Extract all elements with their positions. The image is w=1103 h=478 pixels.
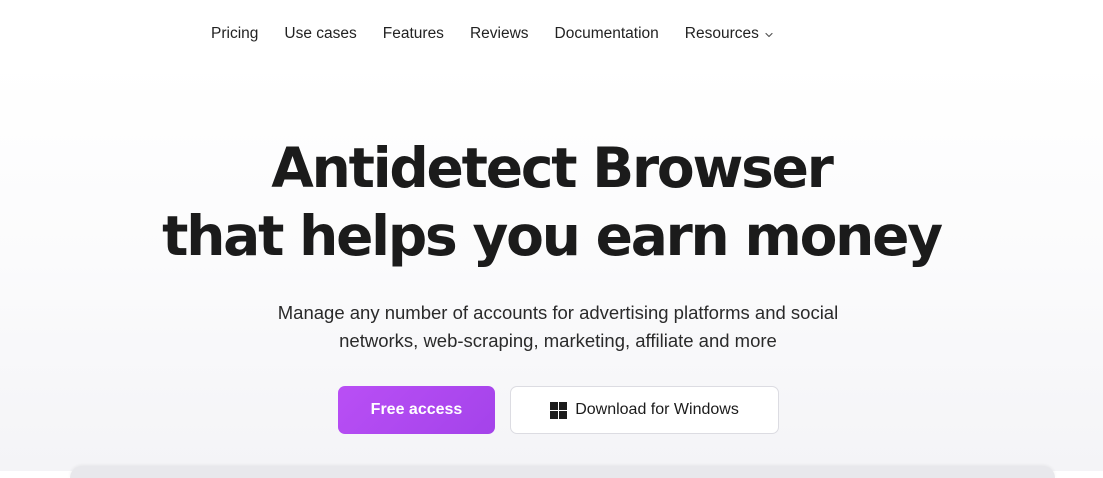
preview-panel-edge xyxy=(70,466,1055,478)
hero-subtitle: Manage any number of accounts for advert… xyxy=(0,299,1103,355)
nav-item-features[interactable]: Features xyxy=(383,25,444,43)
nav-item-resources[interactable]: Resources xyxy=(685,25,774,43)
free-access-button[interactable]: Free access xyxy=(338,386,495,434)
hero-title-line-1: Antidetect Browser xyxy=(271,136,834,200)
nav-item-resources-label: Resources xyxy=(684,25,759,42)
download-windows-button[interactable]: Download for Windows xyxy=(510,386,779,434)
top-nav: Pricing Use cases Features Reviews Docum… xyxy=(211,22,774,46)
nav-item-pricing[interactable]: Pricing xyxy=(211,25,258,43)
hero-title: Antidetect Browser that helps you earn m… xyxy=(0,134,1103,270)
hero-title-line-2: that helps you earn money xyxy=(162,204,943,268)
hero-subtitle-line-2: networks, web-scraping, marketing, affil… xyxy=(339,330,777,351)
nav-item-documentation[interactable]: Documentation xyxy=(555,25,659,43)
nav-item-use-cases[interactable]: Use cases xyxy=(284,25,356,43)
chevron-down-icon xyxy=(764,30,774,40)
windows-icon xyxy=(550,401,568,419)
hero-subtitle-line-1: Manage any number of accounts for advert… xyxy=(277,302,839,323)
download-windows-label: Download for Windows xyxy=(575,401,739,418)
nav-item-reviews[interactable]: Reviews xyxy=(470,25,529,43)
free-access-label: Free access xyxy=(370,401,463,418)
